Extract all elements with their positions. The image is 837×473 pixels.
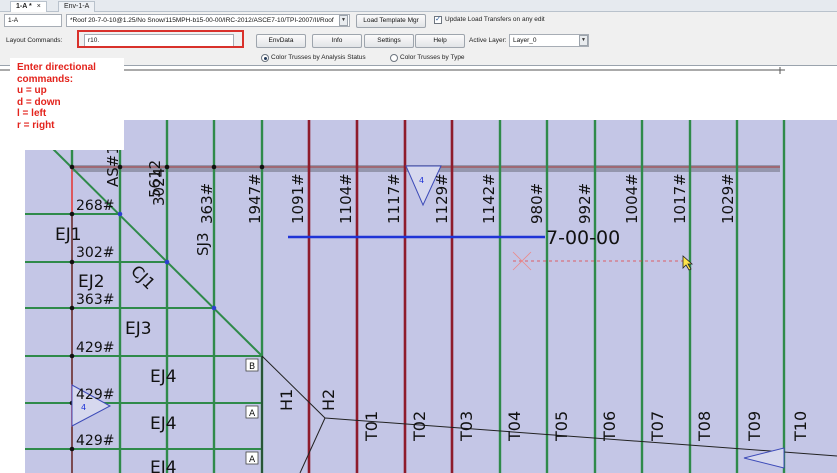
hip-load-0: 363# xyxy=(198,183,216,224)
left-load-5: 429# xyxy=(76,387,114,403)
jack-label-sj3: SJ3 xyxy=(194,233,212,257)
active-layer-dropdown-icon[interactable]: ▼ xyxy=(579,35,588,46)
color-by-status-label: Color Trusses by Analysis Status xyxy=(271,54,366,61)
jack-label-ej4-2: EJ4 xyxy=(150,414,177,434)
layout-toolbar: 1-A *Roof 20-7-0-10@1.25/No Snow/115MPH-… xyxy=(0,12,837,66)
truss-label-t06: T06 xyxy=(600,411,619,442)
color-by-status-radio[interactable] xyxy=(261,54,269,62)
hip-label-h2: H2 xyxy=(319,389,338,411)
jack-label-ej2: EJ2 xyxy=(78,272,105,292)
truss-label-t01: T01 xyxy=(362,411,381,442)
ply-marker-left-number: 4 xyxy=(81,403,86,412)
tab-1-a-label: 1-A * xyxy=(16,3,32,10)
bearing-tag-b: B xyxy=(249,362,255,372)
settings-button[interactable]: Settings xyxy=(364,34,414,48)
vertical-load-6: 980# xyxy=(528,183,546,224)
tab-1-a[interactable]: 1-A * × xyxy=(10,1,47,12)
info-button[interactable]: Info xyxy=(312,34,362,48)
left-load-3: 363# xyxy=(76,292,114,308)
bearing-tag-a-2: A xyxy=(249,455,256,465)
color-by-type-label: Color Trusses by Type xyxy=(400,54,465,61)
hint-line-1: Enter directional xyxy=(17,62,96,73)
vertical-load-9: 1017# xyxy=(671,173,689,224)
left-load-6: 429# xyxy=(76,433,114,449)
envdata-button[interactable]: EnvData xyxy=(256,34,306,48)
hint-line-5: l = left xyxy=(17,108,47,119)
vertical-load-3: 1117# xyxy=(385,173,403,224)
template-path-combo[interactable]: *Roof 20-7-0-10@1.25/No Snow/115MPH-b15-… xyxy=(66,14,350,27)
truss-label-t08: T08 xyxy=(695,411,714,442)
left-load-2: 302# xyxy=(76,245,114,261)
jack-label-ej4: EJ4 xyxy=(150,367,177,387)
vertical-load-10: 1029# xyxy=(719,173,737,224)
truss-label-t04: T04 xyxy=(505,411,524,442)
document-tab-strip: 1-A * × Env-1-A xyxy=(0,0,837,12)
ply-marker-number: 4 xyxy=(419,176,424,185)
jack-label-ej3: EJ3 xyxy=(125,319,152,339)
tab-env-1-a-label: Env-1-A xyxy=(64,3,90,10)
hint-line-3: u = up xyxy=(17,85,47,96)
truss-label-t10: T10 xyxy=(791,411,810,442)
truss-label-t07: T07 xyxy=(648,411,667,442)
active-layer-select[interactable]: Layer_0 xyxy=(509,34,589,47)
jack-label-ej1: EJ1 xyxy=(55,225,82,245)
close-tab-icon[interactable]: × xyxy=(37,3,41,10)
truss-label-t02: T02 xyxy=(410,411,429,442)
dimension-label: 7-00-00 xyxy=(546,227,620,249)
load-template-mgr-button[interactable]: Load Template Mgr xyxy=(356,14,426,28)
help-button[interactable]: Help xyxy=(415,34,465,48)
template-path-text: *Roof 20-7-0-10@1.25/No Snow/115MPH-b15-… xyxy=(70,17,334,24)
vertical-load-8: 1004# xyxy=(623,173,641,224)
truss-label-t03: T03 xyxy=(457,411,476,442)
vertical-load-0: 1947# xyxy=(246,173,264,224)
hint-line-2: commands: xyxy=(17,73,74,85)
vertical-load-4: 1129# xyxy=(433,173,451,224)
hint-line-6: r = right xyxy=(17,119,55,131)
hint-line-4: d = down xyxy=(17,96,61,108)
update-load-transfers-checkbox[interactable]: ✓ xyxy=(434,16,442,24)
vertical-load-7: 992# xyxy=(576,183,594,224)
vertical-load-1: 1091# xyxy=(289,173,307,224)
highlight-box xyxy=(77,30,244,48)
jack-label-ej4-3: EJ4 xyxy=(150,458,177,473)
layout-commands-label: Layout Commands: xyxy=(6,37,63,44)
template-dropdown-icon[interactable]: ▼ xyxy=(339,15,348,26)
truss-label-t09: T09 xyxy=(745,411,764,442)
vertical-load-2: 1104# xyxy=(337,173,355,224)
hip-label-h1: H1 xyxy=(277,389,296,411)
directional-commands-hint: Enter directional commands: u = up d = d… xyxy=(10,58,124,150)
update-load-transfers-label: Update Load Transfers on any edit xyxy=(445,16,545,23)
bearing-tag-a: A xyxy=(249,409,256,419)
active-layer-value: Layer_0 xyxy=(513,37,537,44)
active-layer-label: Active Layer: xyxy=(469,37,507,44)
vertical-load-5: 1142# xyxy=(480,173,498,224)
left-load-4: 429# xyxy=(76,340,114,356)
truss-label-t05: T05 xyxy=(552,411,571,442)
tab-env-1-a[interactable]: Env-1-A xyxy=(58,1,96,12)
color-by-type-radio[interactable] xyxy=(390,54,398,62)
job-field[interactable]: 1-A xyxy=(4,14,62,27)
hip-load-2: 5612 xyxy=(146,160,164,198)
left-load-1: 268# xyxy=(76,198,114,214)
truss-layout-canvas[interactable]: 7-00-00 4 4 B A A 1947# 1091# 1104# 1117# 11… xyxy=(0,66,837,473)
